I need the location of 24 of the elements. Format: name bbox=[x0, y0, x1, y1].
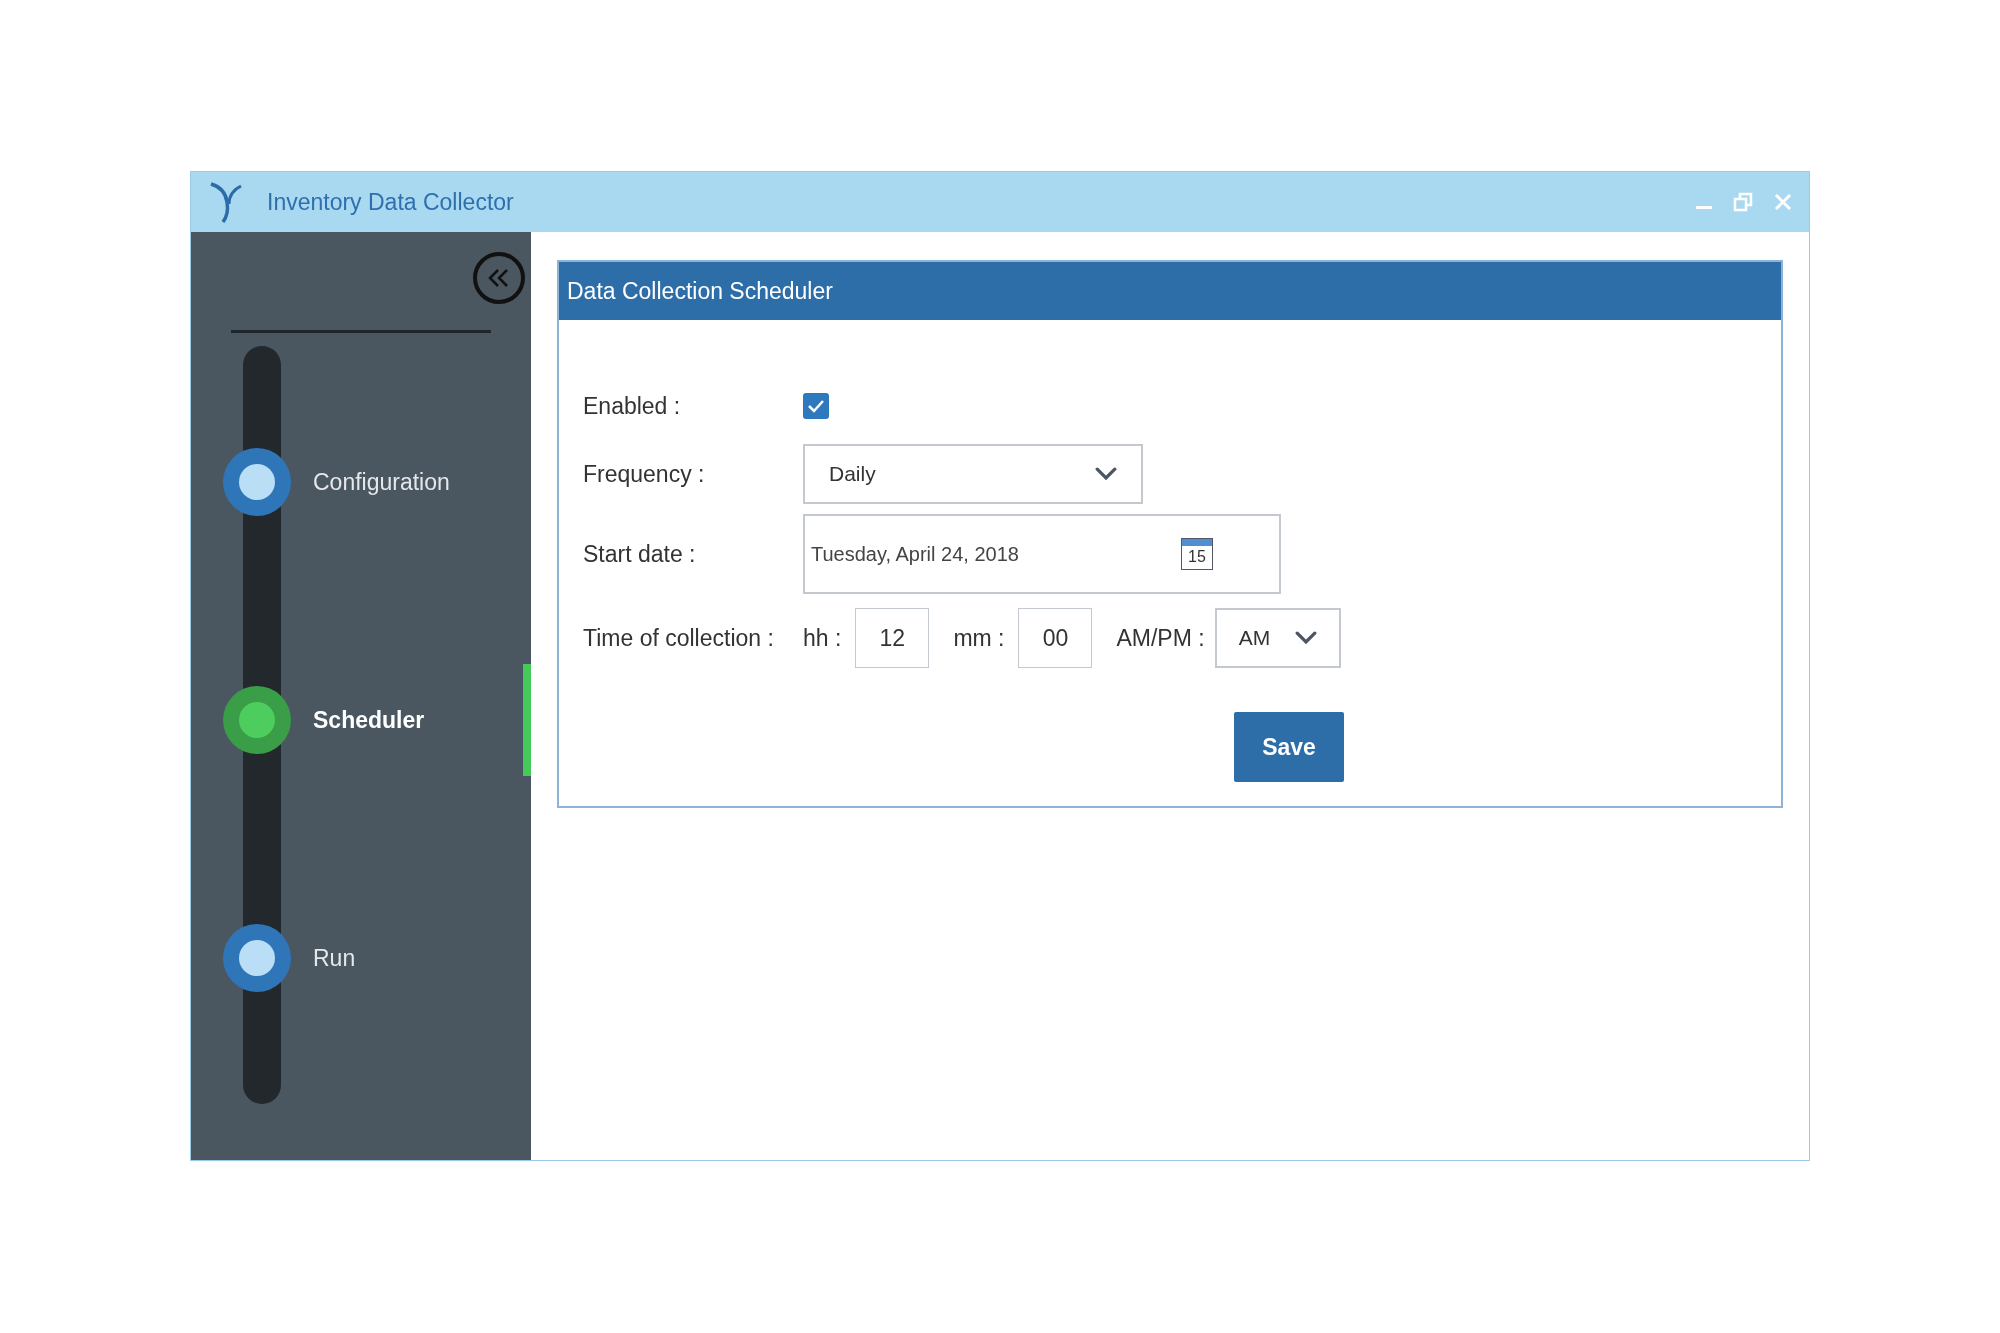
panel-title: Data Collection Scheduler bbox=[567, 276, 833, 306]
save-button[interactable]: Save bbox=[1234, 712, 1344, 782]
field-label: mm : bbox=[953, 623, 1005, 653]
field-label: Time of collection : bbox=[583, 623, 775, 653]
date-picker-field[interactable]: Tuesday, April 24, 2018 15 bbox=[803, 514, 1281, 594]
field-label: Start date : bbox=[583, 539, 697, 569]
collapse-icon[interactable] bbox=[473, 252, 525, 304]
calendar-icon[interactable]: 15 bbox=[1181, 538, 1213, 570]
step-label[interactable]: Run bbox=[313, 940, 356, 976]
enabled-checkbox[interactable] bbox=[803, 393, 829, 419]
check-icon bbox=[807, 399, 825, 413]
chevron-down-icon bbox=[1095, 467, 1117, 481]
field-label: Enabled : bbox=[583, 391, 682, 421]
ampm-dropdown[interactable]: AM bbox=[1214, 608, 1341, 668]
window-title: Inventory Data Collector bbox=[267, 187, 514, 217]
chevron-down-icon bbox=[1294, 631, 1317, 645]
field-label: AM/PM : bbox=[1116, 623, 1205, 653]
step-label[interactable]: Configuration bbox=[313, 464, 450, 500]
hour-input[interactable]: 12 bbox=[855, 608, 930, 668]
field-label: Frequency : bbox=[583, 459, 706, 489]
frequency-dropdown[interactable]: Daily bbox=[803, 444, 1143, 504]
step-label[interactable]: Scheduler bbox=[313, 702, 425, 738]
minute-input[interactable]: 00 bbox=[1018, 608, 1093, 668]
field-label: hh : bbox=[803, 623, 842, 653]
